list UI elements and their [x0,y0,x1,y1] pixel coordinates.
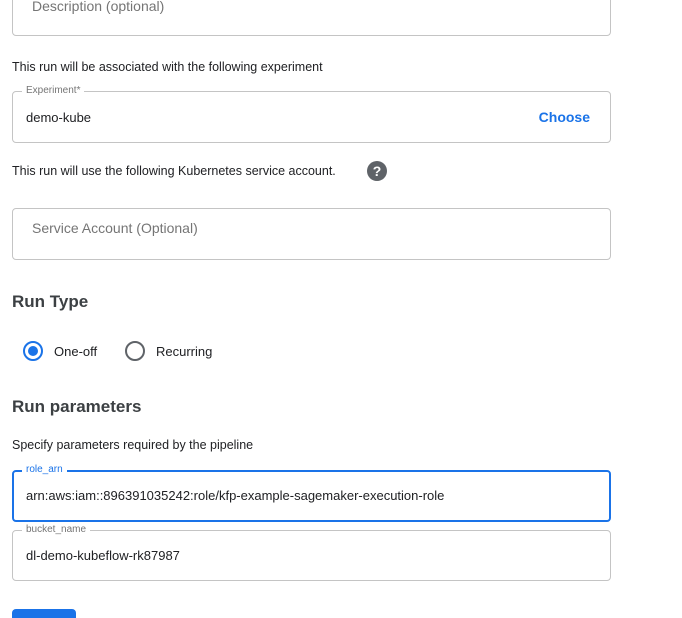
service-account-field[interactable]: Service Account (Optional) [12,208,611,260]
role-arn-field[interactable]: role_arn arn:aws:iam::896391035242:role/… [12,464,611,522]
recurring-label: Recurring [156,344,213,359]
question-mark-icon[interactable]: ? [367,161,387,181]
experiment-label: Experiment* [22,85,85,97]
choose-experiment-button[interactable]: Choose [539,109,590,125]
create-run-form: Description (optional) This run will be … [0,0,682,618]
run-parameters-intro-text: Specify parameters required by the pipel… [12,438,254,452]
experiment-field[interactable]: Experiment* demo-kube Choose [12,85,611,143]
run-type-heading: Run Type [12,292,89,311]
bucket-name-label: bucket_name [22,524,91,536]
run-parameters-heading: Run parameters [12,397,142,416]
service-account-placeholder: Service Account (Optional) [32,220,198,236]
role-arn-label: role_arn [22,464,67,476]
role-arn-value: arn:aws:iam::896391035242:role/kfp-examp… [26,488,445,503]
one-off-radio[interactable] [23,341,43,361]
service-account-intro-text: This run will use the following Kubernet… [12,164,336,178]
description-placeholder: Description (optional) [32,0,165,14]
experiment-intro-text: This run will be associated with the fol… [12,60,323,74]
description-field[interactable]: Description (optional) [12,0,611,36]
bucket-name-field[interactable]: bucket_name dl-demo-kubeflow-rk87987 [12,524,611,581]
experiment-value: demo-kube [26,110,92,125]
start-button[interactable] [12,609,76,618]
bucket-name-value: dl-demo-kubeflow-rk87987 [26,548,180,563]
one-off-label: One-off [54,344,98,359]
recurring-radio[interactable] [125,341,145,361]
